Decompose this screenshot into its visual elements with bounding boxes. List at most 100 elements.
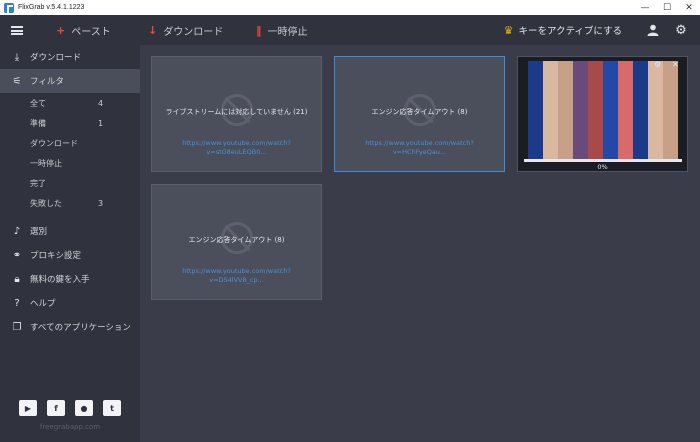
minimize-button[interactable]: — xyxy=(634,0,656,15)
thumbnail-pixel xyxy=(618,97,633,110)
twitter-icon[interactable]: t xyxy=(103,400,121,416)
thumbnail-pixel xyxy=(588,134,603,147)
thumbnail-pixel xyxy=(528,97,543,110)
filter-count: 4 xyxy=(98,98,104,108)
thumbnail-pixel xyxy=(633,61,648,74)
thumbnail-pixel xyxy=(528,146,543,159)
crown-icon: ♛ xyxy=(503,23,514,37)
thumbnail-pixel xyxy=(663,85,678,98)
thumbnail-pixel xyxy=(663,73,678,86)
download-card[interactable]: ライブストリームには対応していません (21) https://www.yout… xyxy=(151,56,322,172)
thumbnail-pixel xyxy=(573,85,588,98)
filter-item-all[interactable]: 全て 4 xyxy=(0,93,140,113)
thumbnail-pixel xyxy=(573,97,588,110)
sidebar: ⤓ ダウンロード ⚟ フィルタ 全て 4 準備 1 ダウンロード 一時停止 完了… xyxy=(0,45,140,442)
sidebar-item-free-key[interactable]: 🔒︎ 無料の鍵を入手 xyxy=(0,267,140,291)
url-line: https://www.youtube.com/watch? xyxy=(182,139,291,147)
thumbnail-pixel xyxy=(633,122,648,135)
thumbnail-pixel xyxy=(558,110,573,123)
maximize-button[interactable]: ☐ xyxy=(656,0,678,15)
sidebar-item-label: プロキシ設定 xyxy=(30,251,82,261)
thumbnail-pixel xyxy=(603,73,618,86)
card-error-message: エンジン応答タイムアウト (8) xyxy=(188,236,285,244)
user-icon[interactable] xyxy=(642,19,664,41)
thumbnail-pixel xyxy=(543,134,558,147)
thumbnail-pixel xyxy=(558,97,573,110)
filter-item-failed[interactable]: 失敗した 3 xyxy=(0,193,140,213)
thumbnail-pixel xyxy=(573,110,588,123)
thumbnail-pixel xyxy=(648,97,663,110)
thumbnail-pixel xyxy=(663,122,678,135)
thumbnail-pixel xyxy=(603,134,618,147)
thumbnail-pixel xyxy=(543,97,558,110)
windows-stack-icon: ❐ xyxy=(12,321,22,333)
thumbnail-pixel xyxy=(603,146,618,159)
sidebar-item-label: ダウンロード xyxy=(30,53,82,63)
filter-item-downloading[interactable]: ダウンロード xyxy=(0,133,140,153)
sidebar-item-all-apps[interactable]: ❐ すべてのアプリケーション xyxy=(0,315,140,339)
gear-icon[interactable]: ⚙ xyxy=(670,19,692,41)
pause-button[interactable]: ‖ 一時停止 xyxy=(256,15,308,45)
menu-button[interactable] xyxy=(0,15,34,45)
close-icon[interactable]: ✕ xyxy=(672,60,679,69)
paste-button[interactable]: + ペースト xyxy=(56,15,111,45)
download-tray-icon: ⤓ xyxy=(14,51,20,63)
download-card[interactable]: エンジン応答タイムアウト (8) https://www.youtube.com… xyxy=(334,56,505,172)
thumbnail-pixel xyxy=(618,110,633,123)
activate-label: キーをアクティブにする xyxy=(518,26,622,37)
reddit-icon[interactable]: ● xyxy=(75,400,93,416)
sliders-icon: ⚟ xyxy=(12,75,22,87)
thumbnail-pixel xyxy=(543,85,558,98)
thumbnail-pixel xyxy=(648,110,663,123)
download-card[interactable]: エンジン応答タイムアウト (8) https://www.youtube.com… xyxy=(151,184,322,300)
filter-label: ダウンロード xyxy=(30,138,78,148)
hamburger-icon xyxy=(11,25,23,35)
thumbnail-pixel xyxy=(633,134,648,147)
sidebar-item-download[interactable]: ⤓ ダウンロード xyxy=(0,45,140,69)
paste-label: ペースト xyxy=(71,26,111,38)
thumbnail-pixel xyxy=(618,134,633,147)
facebook-icon[interactable]: f xyxy=(47,400,65,416)
thumbnail-pixel xyxy=(648,122,663,135)
card-url[interactable]: https://www.youtube.com/watch? v=HChFyeQ… xyxy=(335,139,504,157)
website-link[interactable]: freegrabapp.com xyxy=(0,423,140,431)
filter-item-completed[interactable]: 完了 xyxy=(0,173,140,193)
filter-item-ready[interactable]: 準備 1 xyxy=(0,113,140,133)
youtube-icon[interactable]: ▶ xyxy=(19,400,37,416)
thumbnail-pixel xyxy=(588,97,603,110)
sidebar-item-help[interactable]: ? ヘルプ xyxy=(0,291,140,315)
gear-icon[interactable]: ⚙ xyxy=(654,60,661,69)
thumbnail-pixel xyxy=(588,122,603,135)
thumbnail-pixel xyxy=(663,146,678,159)
sidebar-item-filter[interactable]: ⚟ フィルタ xyxy=(0,69,140,93)
thumbnail-pixel xyxy=(528,134,543,147)
thumbnail-pixel xyxy=(588,146,603,159)
close-button[interactable]: ✕ xyxy=(678,0,700,15)
thumbnail-pixel xyxy=(528,73,543,86)
video-thumbnail xyxy=(528,61,678,159)
thumbnail-pixel xyxy=(558,122,573,135)
card-url[interactable]: https://www.youtube.com/watch? v=stG8euL… xyxy=(152,139,321,157)
download-button[interactable]: ↓ ダウンロード xyxy=(148,15,223,45)
thumbnail-pixel xyxy=(558,73,573,86)
thumbnail-pixel xyxy=(618,146,633,159)
sidebar-item-select[interactable]: ♪ 選別 xyxy=(0,219,140,243)
thumbnail-pixel xyxy=(528,122,543,135)
thumbnail-pixel xyxy=(648,134,663,147)
filter-label: 準備 xyxy=(30,118,46,128)
sidebar-item-label: 無料の鍵を入手 xyxy=(30,275,90,285)
activate-key-button[interactable]: ♛ キーをアクティブにする xyxy=(503,23,622,38)
card-url[interactable]: https://www.youtube.com/watch? v=DS4lVV8… xyxy=(152,267,321,285)
sidebar-item-proxy[interactable]: ⚭ プロキシ設定 xyxy=(0,243,140,267)
thumbnail-pixel xyxy=(573,73,588,86)
app-logo-icon xyxy=(4,2,14,13)
filter-item-paused[interactable]: 一時停止 xyxy=(0,153,140,173)
thumbnail-pixel xyxy=(618,73,633,86)
thumbnail-pixel xyxy=(603,61,618,74)
thumbnail-pixel xyxy=(558,61,573,74)
sidebar-item-label: 選別 xyxy=(30,227,48,237)
download-arrow-icon: ↓ xyxy=(148,23,158,37)
thumbnail-pixel xyxy=(558,134,573,147)
processing-card[interactable]: ⚙ ✕ 0% xyxy=(517,56,688,172)
thumbnail-pixel xyxy=(543,73,558,86)
